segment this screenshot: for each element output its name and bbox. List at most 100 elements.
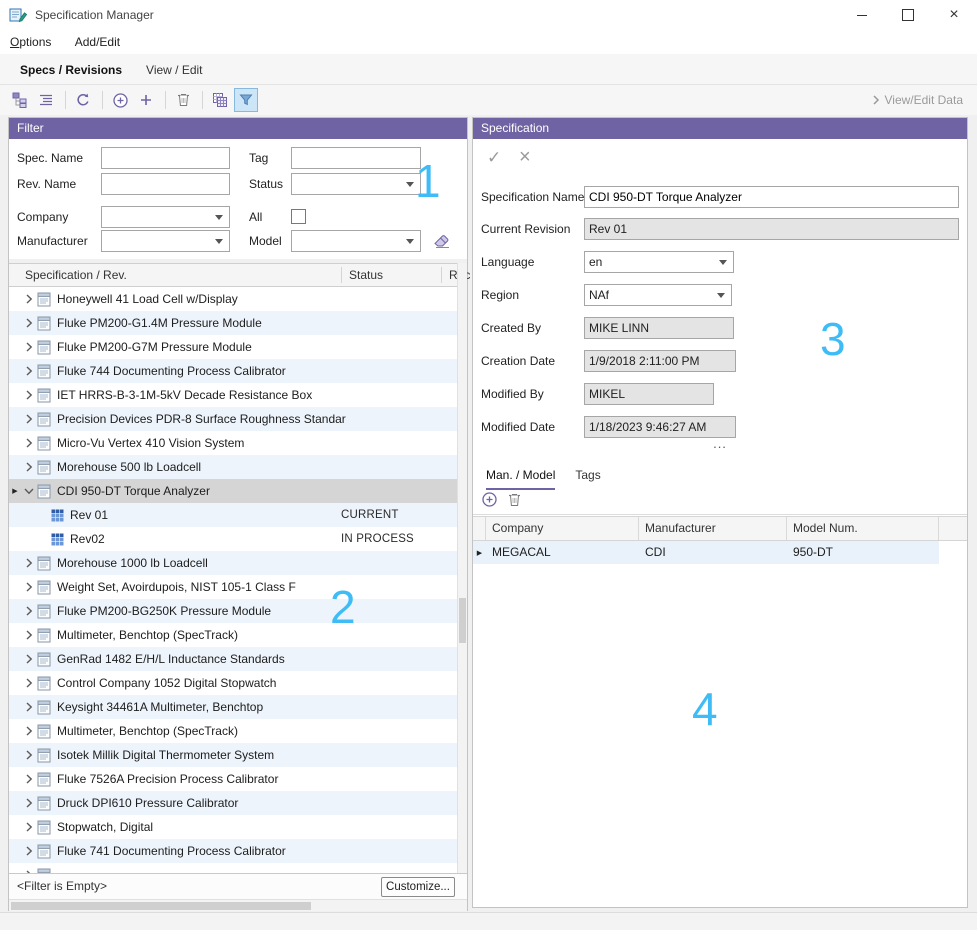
tab-man-model[interactable]: Man. / Model bbox=[486, 463, 555, 490]
spec-row[interactable]: Fluke PM200-BG250K Pressure Module bbox=[9, 599, 467, 623]
menu-add-edit[interactable]: Add/Edit bbox=[65, 30, 130, 54]
all-checkbox[interactable] bbox=[291, 209, 306, 224]
spec-row[interactable]: Fluke PM200-G7M Pressure Module bbox=[9, 335, 467, 359]
spec-row[interactable]: Control Company 1052 Digital Stopwatch bbox=[9, 671, 467, 695]
spec-row[interactable]: Weight Set, Avoirdupois, NIST 105-1 Clas… bbox=[9, 575, 467, 599]
copy-grid-button[interactable] bbox=[208, 88, 232, 112]
vertical-scrollbar-thumb[interactable] bbox=[459, 598, 466, 643]
status-label: Status bbox=[249, 173, 283, 195]
view-edit-data-link[interactable]: View/Edit Data bbox=[872, 85, 964, 115]
add-spec-button[interactable] bbox=[108, 88, 132, 112]
expand-chevron-icon[interactable] bbox=[21, 723, 37, 739]
cancel-button[interactable]: × bbox=[519, 146, 531, 169]
language-label: Language bbox=[481, 251, 534, 273]
expand-chevron-icon[interactable] bbox=[21, 843, 37, 859]
expand-chevron-icon[interactable] bbox=[21, 603, 37, 619]
spec-row[interactable]: IET HRRS-B-3-1M-5kV Decade Resistance Bo… bbox=[9, 383, 467, 407]
tag-input[interactable] bbox=[291, 147, 421, 169]
expand-chevron-icon[interactable] bbox=[21, 555, 37, 571]
expand-chevron-icon[interactable] bbox=[21, 795, 37, 811]
delete-button[interactable] bbox=[171, 88, 195, 112]
expand-chevron-icon[interactable] bbox=[21, 315, 37, 331]
spec-row[interactable]: Micro-Vu Vertex 410 Vision System bbox=[9, 431, 467, 455]
expand-chevron-icon[interactable] bbox=[21, 651, 37, 667]
splitter-grip[interactable]: ... bbox=[473, 436, 967, 451]
expand-chevron-icon[interactable] bbox=[21, 387, 37, 403]
expand-chevron-icon[interactable] bbox=[21, 819, 37, 835]
spec-row[interactable]: Precision Devices PDR-8 Surface Roughnes… bbox=[9, 407, 467, 431]
plus-icon bbox=[138, 92, 154, 108]
spec-row[interactable]: Fluke 7526A Precision Process Calibrator bbox=[9, 767, 467, 791]
customize-button[interactable]: Customize... bbox=[381, 877, 455, 897]
model-row[interactable]: ▶MEGACALCDI950-DT bbox=[473, 541, 939, 564]
spec-row[interactable]: Multimeter, Benchtop (SpecTrack) bbox=[9, 623, 467, 647]
spec-row[interactable]: ▶CDI 950-DT Torque Analyzer bbox=[9, 479, 467, 503]
revision-row[interactable]: Rev02IN PROCESS bbox=[9, 527, 467, 551]
column-model-num[interactable]: Model Num. bbox=[787, 517, 939, 540]
spec-row[interactable]: Stopwatch, Digital bbox=[9, 815, 467, 839]
model-manufacturer: CDI bbox=[639, 541, 787, 564]
spec-row[interactable]: Morehouse 1000 lb Loadcell bbox=[9, 551, 467, 575]
expand-chevron-icon[interactable] bbox=[21, 363, 37, 379]
accept-button[interactable]: ✓ bbox=[487, 148, 501, 168]
tree-view-button[interactable] bbox=[8, 88, 32, 112]
manufacturer-dropdown[interactable] bbox=[101, 230, 230, 252]
expand-chevron-icon[interactable] bbox=[21, 627, 37, 643]
expand-chevron-icon[interactable] bbox=[21, 747, 37, 763]
filter-button[interactable] bbox=[234, 88, 258, 112]
add-button[interactable] bbox=[134, 88, 158, 112]
horizontal-scrollbar-thumb[interactable] bbox=[11, 902, 311, 910]
spec-row[interactable]: Multimeter, Benchtop (SpecTrack) bbox=[9, 719, 467, 743]
spec-row[interactable]: Honeywell 41 Load Cell w/Display bbox=[9, 287, 467, 311]
clear-filter-button[interactable] bbox=[429, 227, 455, 253]
spec-row[interactable]: Fluke 741 Documenting Process Calibrator bbox=[9, 839, 467, 863]
expand-chevron-icon[interactable] bbox=[21, 291, 37, 307]
expand-chevron-icon[interactable] bbox=[21, 675, 37, 691]
row-status: IN PROCESS bbox=[341, 533, 414, 545]
horizontal-scrollbar[interactable] bbox=[9, 899, 467, 911]
expand-chevron-icon[interactable] bbox=[21, 579, 37, 595]
spec-row[interactable]: GenRad 1482 E/H/L Inductance Standards bbox=[9, 647, 467, 671]
menu-options[interactable]: Options bbox=[0, 30, 61, 54]
expand-chevron-icon[interactable] bbox=[21, 411, 37, 427]
refresh-button[interactable] bbox=[71, 88, 95, 112]
spec-row[interactable]: Fluke PM200-G1.4M Pressure Module bbox=[9, 311, 467, 335]
revision-row[interactable]: Rev 01CURRENT bbox=[9, 503, 467, 527]
column-specification-rev[interactable]: Specification / Rev. bbox=[25, 264, 127, 286]
maximize-button[interactable] bbox=[885, 0, 931, 30]
specification-name-input[interactable] bbox=[584, 186, 959, 208]
expand-rows-button[interactable] bbox=[34, 88, 58, 112]
region-dropdown[interactable]: NAf bbox=[584, 284, 732, 306]
expand-chevron-icon[interactable] bbox=[21, 771, 37, 787]
collapse-chevron-icon[interactable] bbox=[21, 483, 37, 499]
expand-chevron-icon[interactable] bbox=[21, 339, 37, 355]
row-label: Druck DPI610 Pressure Calibrator bbox=[57, 796, 467, 810]
spec-row[interactable]: Fluke 744 Documenting Process Calibrator bbox=[9, 359, 467, 383]
delete-model-button[interactable] bbox=[507, 492, 522, 511]
spec-row[interactable]: Isotek Millik Digital Thermometer System bbox=[9, 743, 467, 767]
expand-chevron-icon[interactable] bbox=[21, 459, 37, 475]
status-dropdown[interactable] bbox=[291, 173, 421, 195]
company-dropdown[interactable] bbox=[101, 206, 230, 228]
rev-name-input[interactable] bbox=[101, 173, 230, 195]
expand-chevron-icon[interactable] bbox=[21, 699, 37, 715]
spec-row[interactable]: Morehouse 500 lb Loadcell bbox=[9, 455, 467, 479]
language-dropdown[interactable]: en bbox=[584, 251, 734, 273]
spec-row[interactable]: Keysight 34461A Multimeter, Benchtop bbox=[9, 695, 467, 719]
add-model-button[interactable] bbox=[481, 491, 498, 511]
expand-chevron-icon[interactable] bbox=[21, 435, 37, 451]
revision-icon bbox=[51, 509, 64, 522]
minimize-button[interactable] bbox=[839, 0, 885, 30]
close-button[interactable]: × bbox=[931, 0, 977, 30]
column-status[interactable]: Status bbox=[349, 264, 383, 286]
tab-view-edit[interactable]: View / Edit bbox=[134, 56, 214, 84]
current-revision-value: Rev 01 bbox=[584, 218, 959, 240]
spec-name-input[interactable] bbox=[101, 147, 230, 169]
column-manufacturer[interactable]: Manufacturer bbox=[639, 517, 787, 540]
tab-tags[interactable]: Tags bbox=[575, 463, 600, 490]
model-dropdown[interactable] bbox=[291, 230, 421, 252]
tab-specs-revisions[interactable]: Specs / Revisions bbox=[8, 56, 134, 84]
spec-row[interactable]: Druck DPI610 Pressure Calibrator bbox=[9, 791, 467, 815]
vertical-scrollbar[interactable] bbox=[457, 263, 467, 873]
column-company[interactable]: Company bbox=[486, 517, 639, 540]
